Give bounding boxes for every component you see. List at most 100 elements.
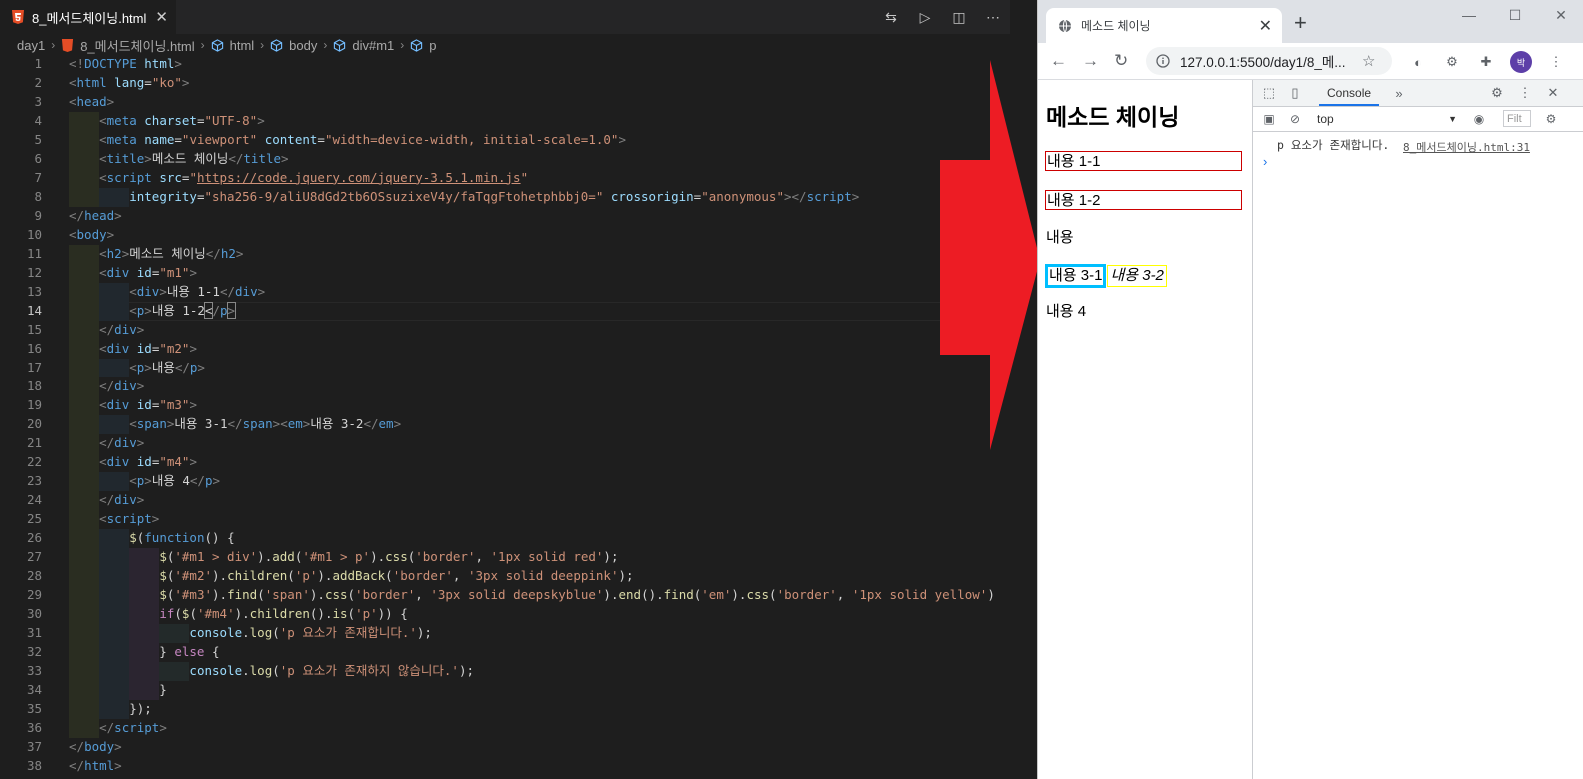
breadcrumb-p[interactable]: p — [410, 38, 437, 53]
sidebar-toggle-icon[interactable]: ▣ — [1261, 111, 1277, 127]
settings-icon[interactable]: ⚙ — [1489, 85, 1505, 101]
code-line[interactable]: 27 $('#m1 > div').add('#m1 > p').css('bo… — [0, 548, 1010, 568]
code-line[interactable]: 38 </html> — [0, 757, 1010, 776]
compare-changes-icon[interactable]: ⇆ — [880, 6, 902, 28]
close-window-icon[interactable]: ✕ — [1538, 0, 1583, 30]
gear-extension-icon[interactable]: ⚙ — [1442, 52, 1462, 72]
code-line[interactable]: 2 <html lang="ko"> — [0, 74, 1010, 93]
code-line[interactable]: 1 <!DOCTYPE html> — [0, 55, 1010, 74]
code-line[interactable]: 24 </div> — [0, 491, 1010, 511]
more-actions-icon[interactable]: ⋯ — [982, 6, 1004, 28]
code-line[interactable]: 3 <head> — [0, 93, 1010, 112]
filter-input[interactable]: Filt — [1503, 110, 1531, 127]
code-line[interactable]: 13 <div>내용 1-1</div> — [0, 282, 1010, 302]
forward-icon[interactable]: → — [1082, 51, 1099, 71]
code-line[interactable]: 30 if($('#m4').children().is('p')) { — [0, 605, 1010, 625]
m3-span: 내용 3-1 — [1045, 264, 1107, 288]
breadcrumb-folder[interactable]: day1 — [17, 38, 45, 53]
tab-console[interactable]: Console — [1319, 80, 1380, 106]
breadcrumb-div[interactable]: div#m1 — [333, 38, 394, 53]
html5-icon — [62, 38, 74, 52]
code-line[interactable]: 35 }); — [0, 699, 1010, 719]
code-line[interactable]: 25 <script> — [0, 510, 1010, 530]
star-icon[interactable]: ☆ — [1362, 52, 1375, 70]
m1-p: 내용 1-2 — [1045, 190, 1242, 210]
code-line[interactable]: 18 </div> — [0, 377, 1010, 397]
code-line[interactable]: 4 <meta charset="UTF-8"> — [0, 111, 1010, 131]
code-line[interactable]: 9 </head> — [0, 207, 1010, 226]
more-options-icon[interactable]: ⋮ — [1517, 85, 1533, 101]
extension-icon[interactable]: ◐ — [1408, 52, 1428, 72]
minimize-icon[interactable]: — — [1446, 0, 1492, 30]
breadcrumb-body[interactable]: body — [270, 38, 317, 53]
maximize-icon[interactable]: ☐ — [1492, 0, 1538, 30]
code-area[interactable]: 1 <!DOCTYPE html> 2 <html lang="ko"> 3 <hea… — [0, 55, 1010, 776]
code-line[interactable]: 37 </body> — [0, 738, 1010, 757]
close-icon[interactable]: ✕ — [155, 8, 168, 26]
browser-tab-title: 메소드 체이닝 — [1081, 19, 1151, 33]
console-settings-icon[interactable]: ⚙ — [1543, 111, 1559, 127]
chevron-right-icon: › — [260, 38, 265, 52]
console-log-line: p 요소가 존재합니다. 8_메서드체이닝.html:31 — [1253, 134, 1583, 154]
code-line[interactable]: 26 $(function() { — [0, 529, 1010, 549]
menu-icon[interactable]: ⋮ — [1546, 52, 1566, 72]
html5-icon — [12, 10, 24, 24]
code-line[interactable]: 19 <div id="m3"> — [0, 396, 1010, 416]
code-line[interactable]: 17 <p>내용</p> — [0, 358, 1010, 378]
code-line[interactable]: 29 $('#m3').find('span').css('border', '… — [0, 586, 1010, 606]
browser-tab[interactable]: 메소드 체이닝 ✕ — [1046, 8, 1282, 43]
code-line[interactable]: 22 <div id="m4"> — [0, 453, 1010, 473]
code-line[interactable]: 31 console.log('p 요소가 존재합니다.'); — [0, 624, 1010, 644]
code-line[interactable]: 34 } — [0, 680, 1010, 700]
breadcrumb-html[interactable]: html — [211, 38, 254, 53]
code-line[interactable]: 5 <meta name="viewport" content="width=d… — [0, 130, 1010, 150]
code-line[interactable]: 7 <script src="https://code.jquery.com/j… — [0, 168, 1010, 188]
breadcrumb: day1 › 8_메서드체이닝.html › html › body › div… — [0, 35, 1010, 55]
back-icon[interactable]: ← — [1050, 51, 1067, 71]
close-icon[interactable]: ✕ — [1259, 16, 1272, 36]
code-line[interactable]: 11 <h2>메소드 체이닝</h2> — [0, 244, 1010, 264]
chevron-right-icon: › — [200, 38, 205, 52]
m4-p: 내용 4 — [1046, 303, 1087, 320]
code-line[interactable]: 8 integrity="sha256-9/aliU8dGd2tb6OSsuzi… — [0, 187, 1010, 207]
info-icon — [1156, 54, 1170, 68]
address-bar[interactable]: 127.0.0.1:5500/day1/8_메... ☆ — [1146, 47, 1392, 75]
inspect-element-icon[interactable]: ⬚ — [1261, 85, 1277, 101]
console-prompt[interactable]: › — [1263, 154, 1267, 169]
editor-tab[interactable]: 8_메서드체이닝.html ✕ — [0, 0, 176, 34]
symbol-cube-icon — [271, 38, 283, 52]
close-devtools-icon[interactable]: ✕ — [1545, 85, 1561, 101]
console-log-source-link[interactable]: 8_메서드체이닝.html:31 — [1403, 139, 1530, 155]
more-tabs-icon[interactable]: » — [1391, 85, 1407, 101]
m3-em: 내용 3-2 — [1107, 265, 1167, 287]
m3-row: 내용 3-1 내용 3-2 — [1045, 264, 1167, 288]
code-line[interactable]: 10 <body> — [0, 226, 1010, 245]
code-line[interactable]: 28 $('#m2').children('p').addBack('borde… — [0, 567, 1010, 587]
code-line[interactable]: 33 console.log('p 요소가 존재하지 않습니다.'); — [0, 662, 1010, 681]
new-tab-icon[interactable]: + — [1294, 12, 1307, 34]
code-line[interactable]: 12 <div id="m1"> — [0, 263, 1010, 283]
code-line[interactable]: 6 <title>메소드 체이닝</title> — [0, 149, 1010, 169]
code-line[interactable]: 36 </script> — [0, 718, 1010, 738]
dropdown-arrow-icon: ▼ — [1448, 114, 1457, 124]
code-line[interactable]: 23 <p>내용 4</p> — [0, 472, 1010, 492]
avatar[interactable]: 박 — [1510, 51, 1532, 73]
clear-console-icon[interactable]: ⊘ — [1287, 111, 1303, 127]
reload-icon[interactable]: ↻ — [1114, 51, 1128, 71]
code-line-active[interactable]: 14 <p>내용 1-2</p> — [0, 301, 1010, 321]
m2-p: 내용 — [1046, 229, 1074, 246]
code-line[interactable]: 32 } else { — [0, 643, 1010, 662]
window-controls: — ☐ ✕ — [1446, 0, 1583, 32]
eye-icon[interactable]: ◉ — [1471, 111, 1487, 127]
code-line[interactable]: 20 <span>내용 3-1</span><em>내용 3-2</em> — [0, 415, 1010, 435]
chevron-right-icon: › — [323, 38, 328, 52]
device-toolbar-icon[interactable]: ▯ — [1287, 85, 1303, 101]
code-line[interactable]: 16 <div id="m2"> — [0, 339, 1010, 359]
breadcrumb-file[interactable]: 8_메서드체이닝.html — [61, 36, 195, 55]
run-icon[interactable]: ▷ — [914, 6, 936, 28]
split-editor-icon[interactable]: ◫ — [948, 6, 970, 28]
code-line[interactable]: 15 </div> — [0, 320, 1010, 340]
context-selector[interactable]: top ▼ — [1317, 110, 1457, 128]
code-line[interactable]: 21 </div> — [0, 434, 1010, 454]
puzzle-icon[interactable]: ✚ — [1476, 52, 1496, 72]
